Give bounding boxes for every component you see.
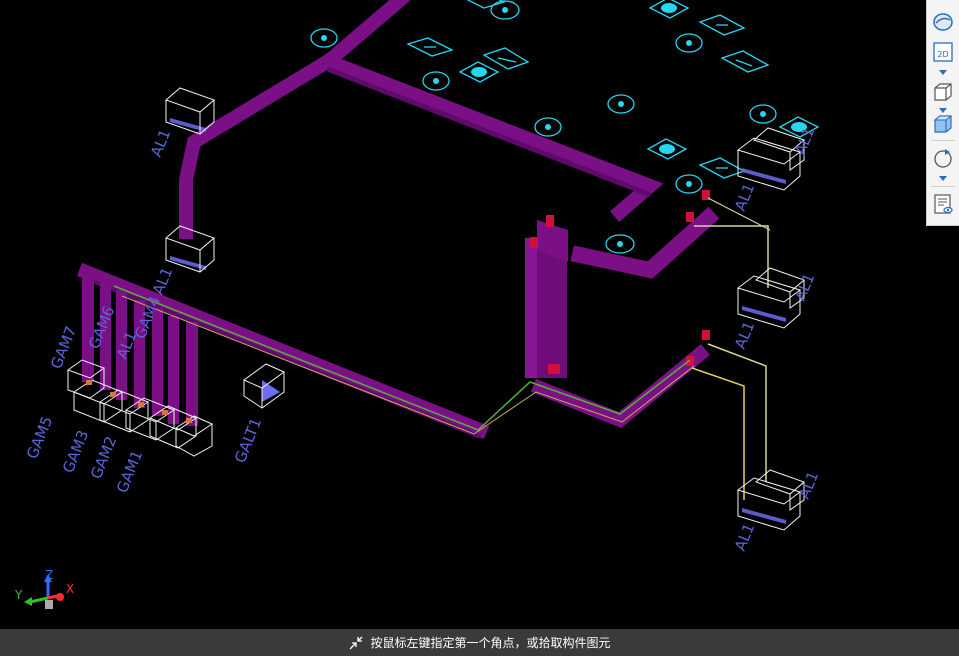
fixture-round-5 — [607, 94, 635, 114]
label-gam2: GAM2 — [87, 434, 120, 482]
axis-x-label: X — [66, 582, 74, 596]
fixture-square-3 — [646, 138, 688, 160]
view-2d-dropdown-arrow[interactable] — [939, 70, 947, 75]
device-box-galt1[interactable] — [243, 363, 285, 409]
label-gam3: GAM3 — [59, 428, 92, 476]
view-toolbar: 2D — [926, 0, 959, 226]
fixture-round-3 — [675, 33, 703, 53]
cad-3d-viewport[interactable]: AL1 AL1 AL1 AL1 AL1 AL1 AL1 AL1 AL1 GAM7… — [0, 0, 959, 629]
cable-tray[interactable] — [76, 0, 720, 440]
orbit-dropdown-arrow[interactable] — [939, 176, 947, 181]
shrink-arrows-icon — [350, 636, 363, 649]
label-al1-a: AL1 — [147, 127, 174, 160]
fixture-round-7 — [749, 104, 777, 124]
fixture-round-8 — [675, 174, 703, 194]
fixture-square-2 — [458, 61, 500, 83]
fixture-exit-1 — [406, 37, 454, 57]
axis-gizmo: Z Y X — [14, 568, 74, 609]
fixture-round-4 — [422, 71, 450, 91]
label-al1-e: AL1 — [731, 319, 758, 352]
label-al1-c: AL1 — [731, 181, 758, 214]
shaded-cube-icon[interactable] — [931, 112, 955, 136]
panel-upper-right[interactable] — [736, 127, 805, 191]
status-prompt: 按鼠标左键指定第一个角点，或拾取构件图元 — [370, 636, 611, 650]
fixture-exit-4 — [720, 50, 770, 73]
view-2d-label: 2D — [937, 50, 948, 59]
fixture-square-1 — [648, 0, 690, 19]
label-al1-f: AL1 — [791, 271, 818, 304]
axis-y-label: Y — [14, 588, 23, 602]
label-al1-b: AL1 — [149, 265, 176, 298]
label-gam5: GAM5 — [23, 414, 56, 462]
axis-z-label: Z — [45, 568, 53, 582]
view-2d-button[interactable]: 2D — [931, 40, 955, 64]
wireframe-cube-icon[interactable] — [931, 80, 955, 104]
fixture-exit-2 — [482, 47, 530, 70]
fixture-round-1 — [310, 28, 338, 48]
panel-lower-right[interactable] — [736, 469, 805, 531]
orbit-icon[interactable] — [931, 146, 955, 170]
label-al1-h: AL1 — [795, 469, 822, 502]
label-galt1: GALT1 — [231, 415, 265, 465]
fixture-round-2 — [490, 0, 520, 20]
device-box-gam5 — [72, 379, 124, 423]
fixture-round-9 — [605, 234, 635, 254]
rotate-view-icon[interactable] — [931, 10, 955, 34]
label-al1-g: AL1 — [731, 521, 758, 554]
label-gam1: GAM1 — [113, 448, 146, 496]
fixture-round-6 — [534, 117, 562, 137]
fixture-exit-3 — [698, 14, 746, 36]
fixture-exit-6 — [466, 0, 506, 9]
fixture-exit-5 — [698, 157, 746, 179]
status-bar: 按鼠标左键指定第一个角点，或拾取构件图元 — [0, 629, 959, 656]
drawing-canvas[interactable]: AL1 AL1 AL1 AL1 AL1 AL1 AL1 AL1 AL1 GAM7… — [0, 0, 959, 629]
properties-view-icon[interactable] — [931, 192, 955, 216]
